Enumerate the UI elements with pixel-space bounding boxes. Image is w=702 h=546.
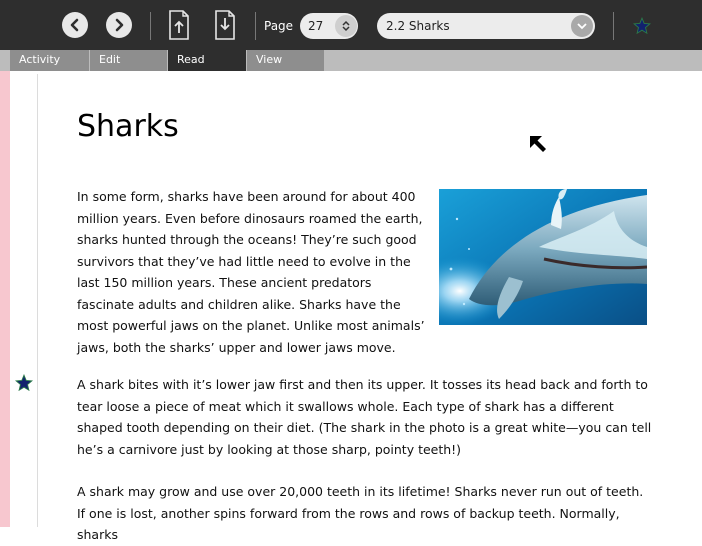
chevron-down-icon[interactable] [342, 26, 350, 32]
back-button[interactable] [62, 12, 88, 38]
toolbar-separator [613, 12, 614, 40]
page-number-input[interactable]: 27 [308, 19, 332, 33]
page-label: Page [264, 19, 294, 33]
left-edge-strip [0, 71, 10, 527]
article-paragraph: A shark may grow and use over 20,000 tee… [77, 484, 644, 542]
chapter-select[interactable]: 2.2 Sharks [377, 13, 595, 39]
shark-photo [439, 189, 647, 325]
article-title: Sharks [77, 109, 179, 144]
tab-activity[interactable]: Activity [10, 50, 89, 71]
chevron-down-icon [577, 22, 587, 29]
toolbar: Page 27 2.2 Sharks [0, 0, 702, 50]
forward-button[interactable] [106, 12, 132, 38]
tab-edit[interactable]: Edit [89, 50, 167, 71]
shark-image [439, 189, 647, 325]
toolbar-tabs: Activity Edit Read View [0, 50, 702, 71]
mouse-cursor-icon [530, 136, 546, 152]
page-down-icon [215, 10, 235, 40]
toolbar-separator [255, 12, 256, 40]
page-up-icon [169, 10, 189, 40]
chapter-dropdown-button[interactable] [571, 15, 593, 37]
forward-arrow-icon [115, 18, 124, 32]
tab-read[interactable]: Read [168, 50, 246, 71]
bookmark-star-icon[interactable] [15, 374, 33, 392]
gutter-divider [37, 74, 38, 527]
stepper-arrows[interactable] [335, 15, 357, 37]
toolbar-separator [150, 12, 151, 40]
article-paragraph: A shark bites with it’s lower jaw first … [77, 377, 652, 457]
article-paragraph: In some form, sharks have been around fo… [77, 189, 425, 355]
page-stepper[interactable]: 27 [300, 13, 358, 39]
chapter-select-value: 2.2 Sharks [386, 19, 450, 33]
tab-view[interactable]: View [246, 50, 324, 71]
back-arrow-icon [70, 18, 79, 32]
bookmark-star-icon[interactable] [633, 17, 651, 35]
previous-page-button[interactable] [167, 10, 191, 40]
next-page-button[interactable] [213, 10, 237, 40]
